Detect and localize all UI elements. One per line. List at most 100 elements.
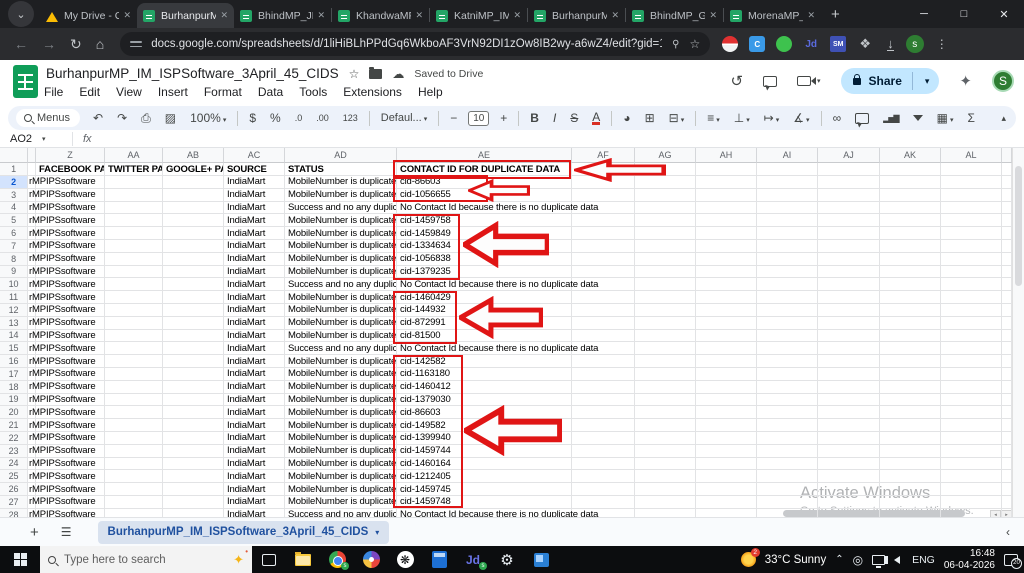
cell-AL4[interactable] — [941, 202, 1002, 215]
cell-AC13[interactable]: IndiaMart — [224, 317, 285, 330]
increase-decimal-icon[interactable]: .00 — [316, 113, 329, 123]
reload-icon[interactable]: ↻ — [70, 36, 82, 53]
cell-AC4[interactable]: IndiaMart — [224, 202, 285, 215]
cell-AH5[interactable] — [696, 214, 757, 227]
cell-AH26[interactable] — [696, 483, 757, 496]
cell-AJ16[interactable] — [818, 355, 880, 368]
cell-AB4[interactable] — [163, 202, 224, 215]
cell-AH28[interactable] — [696, 509, 757, 517]
cell-AA22[interactable] — [105, 432, 163, 445]
weather-temp[interactable]: 33°C — [765, 554, 791, 566]
cell-filler-28[interactable] — [1002, 509, 1012, 517]
cell-AG20[interactable] — [635, 406, 696, 419]
cell-Z22[interactable]: rMPIPSsoftware — [36, 432, 105, 445]
cell-AF7[interactable] — [572, 240, 635, 253]
cell-AD27[interactable]: MobileNumber is duplicate — [285, 496, 397, 509]
row-header-9[interactable]: 9 — [0, 266, 28, 279]
row-header-16[interactable]: 16 — [0, 355, 28, 368]
cell-filler-20[interactable] — [1002, 406, 1012, 419]
photo-viewer-button[interactable] — [524, 546, 558, 573]
photos-button[interactable] — [354, 546, 388, 573]
cell-AC27[interactable]: IndiaMart — [224, 496, 285, 509]
cell-AG8[interactable] — [635, 253, 696, 266]
cell-AI28[interactable] — [757, 509, 818, 517]
name-box[interactable]: AO2 ▾ — [0, 133, 72, 145]
cell-AF3[interactable] — [572, 189, 635, 202]
column-header-AC[interactable]: AC — [224, 148, 285, 163]
cell-AJ1[interactable] — [818, 163, 880, 176]
cell-AB5[interactable] — [163, 214, 224, 227]
cell-AG14[interactable] — [635, 330, 696, 343]
cell-AH9[interactable] — [696, 266, 757, 279]
cell-AL12[interactable] — [941, 304, 1002, 317]
cell-AK27[interactable] — [880, 496, 941, 509]
row-header-25[interactable]: 25 — [0, 470, 28, 483]
cell-AA17[interactable] — [105, 368, 163, 381]
cell-AL8[interactable] — [941, 253, 1002, 266]
cell-AD10[interactable]: Success and no any duplicate — [285, 278, 397, 291]
cell-AD20[interactable]: MobileNumber is duplicate — [285, 406, 397, 419]
cell-Z27[interactable]: rMPIPSsoftware — [36, 496, 105, 509]
cell-AE28[interactable]: No Contact Id because there is no duplic… — [397, 509, 572, 517]
cell-AC10[interactable]: IndiaMart — [224, 278, 285, 291]
cell-AI19[interactable] — [757, 394, 818, 407]
cell-AK23[interactable] — [880, 445, 941, 458]
cell-Z7[interactable]: rMPIPSsoftware — [36, 240, 105, 253]
row-header-3[interactable]: 3 — [0, 189, 28, 202]
row-header-12[interactable]: 12 — [0, 304, 28, 317]
column-header-AD[interactable]: AD — [285, 148, 397, 163]
undo-icon[interactable]: ↶ — [93, 111, 103, 125]
cell-AF11[interactable] — [572, 291, 635, 304]
cell-AJ22[interactable] — [818, 432, 880, 445]
cell-AB12[interactable] — [163, 304, 224, 317]
cell-filler-18[interactable] — [1002, 381, 1012, 394]
cell-AD15[interactable]: Success and no any duplicate — [285, 342, 397, 355]
cell-AA25[interactable] — [105, 470, 163, 483]
cell-AD13[interactable]: MobileNumber is duplicate — [285, 317, 397, 330]
forward-icon[interactable]: → — [42, 36, 56, 52]
cell-Z12[interactable]: rMPIPSsoftware — [36, 304, 105, 317]
calculator-button[interactable] — [422, 546, 456, 573]
history-icon[interactable]: ↺ — [730, 72, 743, 90]
cell-AI11[interactable] — [757, 291, 818, 304]
cell-filler-6[interactable] — [1002, 227, 1012, 240]
row-header-15[interactable]: 15 — [0, 342, 28, 355]
cell-AF25[interactable] — [572, 470, 635, 483]
menu-format[interactable]: Format — [204, 85, 242, 99]
cell-AI3[interactable] — [757, 189, 818, 202]
cell-AJ20[interactable] — [818, 406, 880, 419]
cell-AC25[interactable]: IndiaMart — [224, 470, 285, 483]
paint-format-icon[interactable]: ▨ — [165, 111, 176, 125]
cell-AE10[interactable]: No Contact Id because there is no duplic… — [397, 278, 572, 291]
horizontal-align-icon[interactable]: ≡▾ — [707, 111, 720, 125]
cell-AH8[interactable] — [696, 253, 757, 266]
back-icon[interactable]: ← — [14, 36, 28, 52]
cell-AB27[interactable] — [163, 496, 224, 509]
tab-close-icon[interactable]: ✕ — [513, 10, 521, 21]
redo-icon[interactable]: ↷ — [117, 111, 127, 125]
cell-AA20[interactable] — [105, 406, 163, 419]
cell-AH21[interactable] — [696, 419, 757, 432]
cell-AF22[interactable] — [572, 432, 635, 445]
cell-Z14[interactable]: rMPIPSsoftware — [36, 330, 105, 343]
cell-AJ4[interactable] — [818, 202, 880, 215]
cell-AD28[interactable]: Success and no any duplicate — [285, 509, 397, 517]
cell-filler-22[interactable] — [1002, 432, 1012, 445]
cell-AF13[interactable] — [572, 317, 635, 330]
cell-Z11[interactable]: rMPIPSsoftware — [36, 291, 105, 304]
weather-icon[interactable]: 2 — [741, 552, 756, 567]
percent-format-icon[interactable]: % — [270, 111, 281, 125]
cell-AG16[interactable] — [635, 355, 696, 368]
cell-AK6[interactable] — [880, 227, 941, 240]
row-header-5[interactable]: 5 — [0, 214, 28, 227]
cell-AK14[interactable] — [880, 330, 941, 343]
cell-AI4[interactable] — [757, 202, 818, 215]
cell-AG17[interactable] — [635, 368, 696, 381]
cell-AD23[interactable]: MobileNumber is duplicate — [285, 445, 397, 458]
tab-close-icon[interactable]: ✕ — [709, 10, 717, 21]
cell-AF14[interactable] — [572, 330, 635, 343]
functions-icon[interactable]: Σ — [967, 111, 974, 125]
cell-AB8[interactable] — [163, 253, 224, 266]
row-header-10[interactable]: 10 — [0, 278, 28, 291]
menu-insert[interactable]: Insert — [158, 85, 188, 99]
